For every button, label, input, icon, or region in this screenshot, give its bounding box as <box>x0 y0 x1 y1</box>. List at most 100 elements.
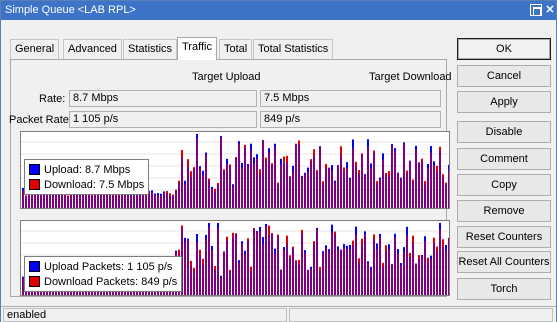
rate-overlap-bar <box>331 170 333 208</box>
packets-overlap-bar <box>358 263 360 295</box>
reset-all-counters-button[interactable]: Reset All Counters <box>457 251 551 273</box>
rate-overlap-bar <box>379 179 381 208</box>
rate-graph-legend: Upload: 8.7 Mbps Download: 7.5 Mbps <box>24 159 150 195</box>
rate-overlap-bar <box>46 195 48 208</box>
traffic-panel: Target Upload Target Download Rate: 8.7 … <box>9 59 452 297</box>
packets-overlap-bar <box>232 237 234 295</box>
reset-counters-button[interactable]: Reset Counters <box>457 226 551 248</box>
rate-overlap-bar <box>373 152 375 208</box>
rate-overlap-bar <box>310 161 312 208</box>
packets-overlap-bar <box>379 236 381 295</box>
packets-overlap-bar <box>349 249 351 295</box>
packets-overlap-bar <box>196 242 198 295</box>
tab-general[interactable]: General <box>10 39 60 59</box>
packets-overlap-bar <box>373 238 375 295</box>
rate-overlap-bar <box>115 195 117 208</box>
rate-overlap-bar <box>274 146 276 208</box>
ok-button[interactable]: OK <box>457 38 551 60</box>
tab-traffic[interactable]: Traffic <box>177 37 217 60</box>
cancel-button[interactable]: Cancel <box>457 65 551 87</box>
rate-overlap-bar <box>382 159 384 208</box>
rate-download-field: 7.5 Mbps <box>260 90 441 107</box>
rate-overlap-bar <box>352 148 354 208</box>
rate-overlap-bar <box>136 193 138 208</box>
rate-overlap-bar <box>283 162 285 208</box>
rate-overlap-bar <box>361 154 363 208</box>
packets-overlap-bar <box>436 251 438 295</box>
rate-overlap-bar <box>301 176 303 208</box>
rate-overlap-bar <box>199 168 201 208</box>
tab-total[interactable]: Total <box>219 39 253 59</box>
packets-overlap-bar <box>223 252 225 295</box>
packets-overlap-bar <box>325 248 327 295</box>
rate-overlap-bar <box>193 168 195 208</box>
status-bar: enabled <box>1 306 556 322</box>
packets-overlap-bar <box>250 271 252 295</box>
rate-overlap-bar <box>82 193 84 208</box>
rate-overlap-bar <box>334 182 336 208</box>
window-title: Simple Queue <LAB RPL> <box>5 4 136 16</box>
torch-button[interactable]: Torch <box>457 278 551 300</box>
rate-overlap-bar <box>40 195 42 208</box>
rate-overlap-bar <box>349 179 351 208</box>
rate-overlap-bar <box>229 166 231 208</box>
rate-overlap-bar <box>394 150 396 208</box>
tab-total-statistics[interactable]: Total Statistics <box>253 39 334 59</box>
remove-button[interactable]: Remove <box>457 200 551 222</box>
close-icon[interactable]: ✕ <box>544 4 556 16</box>
rate-overlap-bar <box>355 165 357 208</box>
copy-button[interactable]: Copy <box>457 174 551 196</box>
rate-overlap-bar <box>121 194 123 208</box>
disable-button[interactable]: Disable <box>457 121 551 143</box>
rate-overlap-bar <box>271 164 273 208</box>
packets-overlap-bar <box>238 262 240 295</box>
packets-overlap-bar <box>307 270 309 295</box>
rate-overlap-bar <box>280 164 282 208</box>
rate-legend-download: Download: 7.5 Mbps <box>29 177 144 192</box>
tab-statistics[interactable]: Statistics <box>123 39 178 59</box>
packets-overlap-bar <box>409 257 411 295</box>
packets-overlap-bar <box>184 242 186 295</box>
rate-overlap-bar <box>175 190 177 208</box>
maximize-icon[interactable] <box>530 4 542 16</box>
rate-overlap-bar <box>439 150 441 208</box>
rate-overlap-bar <box>181 157 183 208</box>
packets-overlap-bar <box>310 269 312 295</box>
rate-overlap-bar <box>436 172 438 208</box>
packets-overlap-bar <box>445 249 447 295</box>
packets-overlap-bar <box>259 231 261 295</box>
rate-overlap-bar <box>154 194 156 208</box>
rate-overlap-bar <box>409 160 411 208</box>
packets-overlap-bar <box>211 250 213 295</box>
packets-overlap-bar <box>271 233 273 295</box>
rate-upload-field: 8.7 Mbps <box>69 90 257 107</box>
rate-overlap-bar <box>418 162 420 208</box>
rate-overlap-bar <box>88 194 90 208</box>
status-cell-empty <box>289 308 553 322</box>
packets-overlap-bar <box>376 249 378 295</box>
simple-queue-window: Simple Queue <LAB RPL> ✕ General Advance… <box>0 0 557 322</box>
rate-overlap-bar <box>424 184 426 208</box>
apply-button[interactable]: Apply <box>457 91 551 113</box>
packets-overlap-bar <box>220 277 222 295</box>
rate-overlap-bar <box>52 195 54 208</box>
rate-overlap-bar <box>262 140 264 208</box>
rate-overlap-bar <box>433 165 435 208</box>
packets-overlap-bar <box>427 262 429 295</box>
tab-advanced[interactable]: Advanced <box>63 39 122 59</box>
packets-overlap-bar <box>283 249 285 295</box>
comment-button[interactable]: Comment <box>457 148 551 170</box>
rate-overlap-bar <box>370 168 372 208</box>
rate-overlap-bar <box>448 169 449 208</box>
packets-overlap-bar <box>274 253 276 295</box>
rate-overlap-bar <box>316 171 318 208</box>
rate-overlap-bar <box>211 189 213 208</box>
packets-overlap-bar <box>187 239 189 295</box>
packets-overlap-bar <box>280 269 282 295</box>
rate-overlap-bar <box>244 147 246 208</box>
rate-overlap-bar <box>298 143 300 208</box>
rate-overlap-bar <box>268 152 270 208</box>
title-bar[interactable]: Simple Queue <LAB RPL> ✕ <box>1 1 556 20</box>
packets-overlap-bar <box>205 238 207 295</box>
packets-overlap-bar <box>217 228 219 295</box>
